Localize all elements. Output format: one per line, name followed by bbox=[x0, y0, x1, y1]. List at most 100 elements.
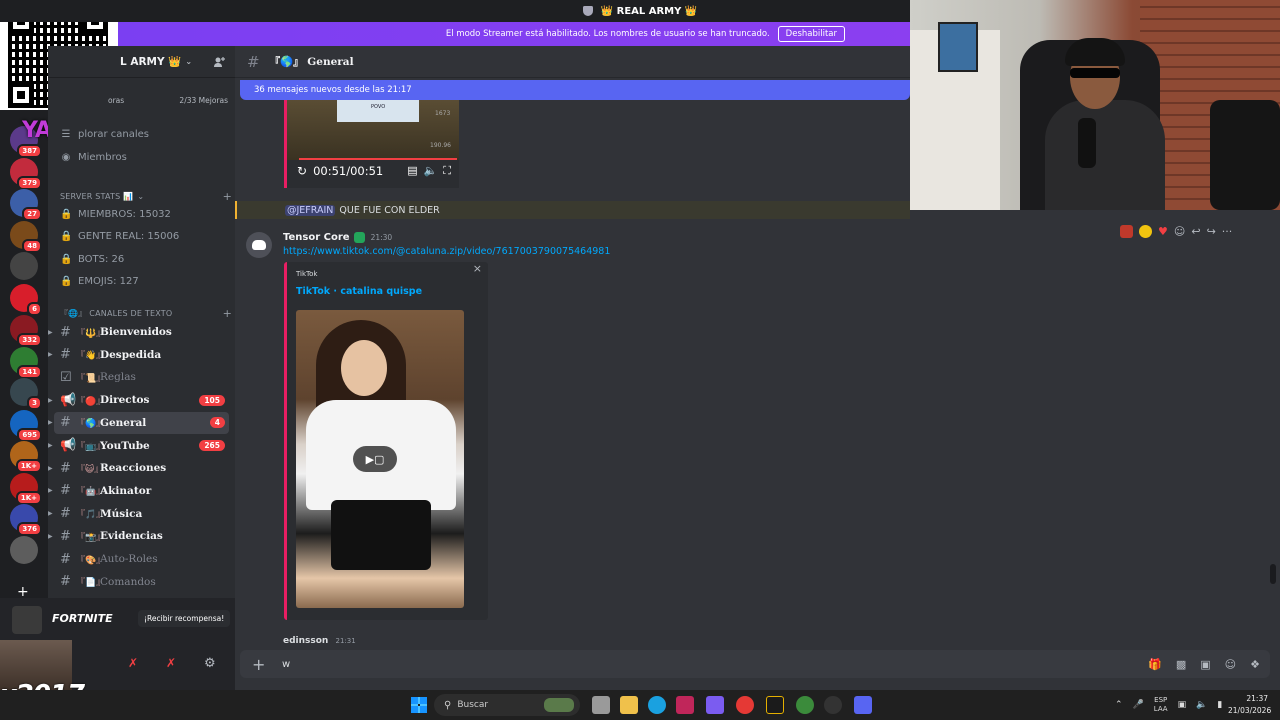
gif-icon[interactable]: ▩ bbox=[1176, 658, 1186, 671]
app-icon[interactable] bbox=[766, 696, 784, 714]
browse-channels[interactable]: ☰ plorar canales bbox=[60, 124, 232, 144]
mic-icon[interactable]: 🎤 bbox=[1133, 700, 1144, 710]
server-icon[interactable]: 141 bbox=[10, 346, 42, 379]
battery-icon[interactable]: ▮ bbox=[1217, 700, 1222, 710]
attach-icon[interactable]: + bbox=[252, 655, 276, 674]
channel-item[interactable]: ▶ # 『🎵』 Música bbox=[48, 503, 229, 525]
channel-item[interactable]: ▶ 📢 『📺』 YouTube 265 bbox=[48, 435, 229, 457]
reply-icon[interactable]: ↩ bbox=[1191, 225, 1200, 238]
heart-icon[interactable]: ♥ bbox=[1158, 225, 1168, 238]
server-icon[interactable]: 332 bbox=[10, 315, 42, 347]
message-author[interactable]: Tensor Core bbox=[283, 232, 350, 243]
replay-icon[interactable]: ↻ bbox=[297, 164, 307, 178]
sticker-icon[interactable]: ▣ bbox=[1200, 658, 1210, 671]
obs-icon[interactable] bbox=[824, 696, 842, 714]
server-icon[interactable]: 48 bbox=[10, 220, 42, 253]
headphones-muted-icon[interactable]: ✗ bbox=[166, 656, 176, 670]
network-icon[interactable]: ▣ bbox=[1178, 700, 1187, 710]
embed-title[interactable]: TikTok · catalina quispe bbox=[296, 286, 422, 297]
channel-item[interactable]: ☑ 『📜』 Reglas bbox=[54, 366, 229, 388]
user-mention[interactable]: @JEFRAIN bbox=[285, 204, 336, 216]
channel-item[interactable]: ▶ # 『😺』 Reacciones bbox=[48, 457, 229, 479]
new-messages-bar[interactable]: 36 mensajes nuevos desde las 21:17 bbox=[240, 80, 910, 100]
invite-icon[interactable] bbox=[213, 56, 225, 68]
server-icon[interactable]: 695 bbox=[10, 409, 42, 442]
discord-taskbar-icon[interactable] bbox=[854, 696, 872, 714]
volume-icon[interactable]: 🔈 bbox=[1196, 700, 1207, 710]
lock-icon: 🔒 bbox=[60, 276, 73, 287]
message-input-value[interactable]: w bbox=[282, 659, 290, 670]
server-icon[interactable]: 376 bbox=[10, 504, 42, 536]
server-icon[interactable]: 1K+ bbox=[10, 441, 42, 473]
gear-icon[interactable]: ⚙ bbox=[204, 656, 216, 671]
channel-item[interactable]: ▶ # 『🔱』 Bienvenidos bbox=[48, 321, 229, 343]
server-header[interactable]: L ARMY 👑 ⌄ bbox=[48, 46, 235, 78]
server-icon[interactable] bbox=[10, 252, 38, 280]
channel-item[interactable]: ▶ # 『🤖』 Akinator bbox=[48, 480, 229, 502]
server-icon[interactable]: 27 bbox=[10, 189, 42, 221]
clock[interactable]: 21:37 21/03/2026 bbox=[1228, 693, 1271, 717]
stat-channel[interactable]: 🔒 EMOJIS: 127 bbox=[60, 272, 232, 292]
channel-item[interactable]: # 『📄』 Comandos bbox=[54, 571, 229, 593]
forward-icon[interactable]: ↪ bbox=[1207, 225, 1216, 238]
copilot-icon[interactable] bbox=[706, 696, 724, 714]
members-link[interactable]: ◉ Miembros bbox=[60, 147, 232, 167]
emoji-icon[interactable]: ☺ bbox=[1225, 658, 1236, 671]
server-icon[interactable]: 379 bbox=[10, 157, 42, 190]
chrome-icon[interactable] bbox=[736, 696, 754, 714]
avatar[interactable] bbox=[246, 232, 272, 258]
video-control-icons[interactable]: ▤🔈⛶ bbox=[407, 164, 457, 178]
reaction-emoji[interactable] bbox=[1120, 224, 1133, 238]
reaction-emoji[interactable] bbox=[1139, 224, 1152, 238]
channel-item[interactable]: ▶ # 『👋』 Despedida bbox=[48, 344, 229, 366]
claim-reward-button[interactable]: ¡Recibir recompensa! bbox=[138, 610, 231, 627]
window-title: 👑 REAL ARMY 👑 bbox=[600, 5, 698, 17]
message-author[interactable]: edinsson bbox=[283, 636, 328, 646]
streamer-mode-banner: El modo Streamer está habilitado. Los no… bbox=[118, 22, 910, 46]
video-thumbnail: POVO 1673 190.96 bbox=[287, 100, 459, 160]
server-icon[interactable] bbox=[10, 535, 38, 564]
file-explorer-icon[interactable] bbox=[620, 696, 638, 714]
server-icon[interactable]: 3 bbox=[10, 378, 42, 410]
add-channel-icon[interactable]: + bbox=[223, 190, 232, 203]
taskbar-search[interactable]: ⚲ Buscar bbox=[434, 694, 580, 716]
channel-item[interactable]: # 『🎨』 Auto-Roles bbox=[54, 548, 229, 570]
channel-emoji: 『🤖』 bbox=[76, 487, 106, 498]
video-embed[interactable]: POVO 1673 190.96 ↻ 00:51/00:51 ▤🔈⛶ bbox=[284, 100, 459, 188]
caret-right-icon: ▶ bbox=[48, 487, 53, 495]
channel-name: Evidencias bbox=[100, 530, 163, 543]
category-server-stats[interactable]: SERVER STATS 📊 ⌄ + bbox=[60, 190, 232, 203]
stat-channel[interactable]: 🔒 MIEMBROS: 15032 bbox=[60, 204, 232, 224]
disable-streamer-button[interactable]: Deshabilitar bbox=[777, 26, 845, 42]
gift-icon[interactable]: 🎁 bbox=[1148, 658, 1162, 671]
chrome-dev-icon[interactable] bbox=[796, 696, 814, 714]
windows-start-icon[interactable] bbox=[411, 697, 427, 713]
video-progress[interactable] bbox=[299, 158, 457, 160]
task-view-icon[interactable] bbox=[592, 696, 610, 714]
server-icon[interactable]: 1K+ bbox=[10, 472, 42, 505]
chevron-up-icon[interactable]: ⌃ bbox=[1115, 700, 1123, 710]
edge-icon[interactable] bbox=[648, 696, 666, 714]
category-text-channels[interactable]: 『🌐』 CANALES DE TEXTO + bbox=[60, 307, 232, 320]
language-indicator[interactable]: ESP LAA bbox=[1154, 696, 1168, 714]
boost-progress[interactable]: oras 2/33 Mejoras bbox=[108, 96, 228, 105]
close-icon[interactable]: × bbox=[473, 262, 482, 275]
apps-icon[interactable]: ❖ bbox=[1250, 658, 1260, 671]
add-channel-icon[interactable]: + bbox=[223, 307, 232, 320]
stat-channel[interactable]: 🔒 GENTE REAL: 15006 bbox=[60, 227, 232, 247]
app-icon[interactable] bbox=[676, 696, 694, 714]
play-button[interactable]: ▶▢ bbox=[353, 446, 397, 472]
stat-channel[interactable]: 🔒 BOTS: 26 bbox=[60, 249, 232, 269]
message-input[interactable]: + w 🎁 ▩ ▣ ☺ ❖ bbox=[240, 650, 1270, 678]
add-reaction-icon[interactable]: ☺ bbox=[1174, 225, 1185, 238]
channel-name: General bbox=[100, 416, 147, 429]
more-icon[interactable]: ··· bbox=[1222, 225, 1233, 238]
message-link[interactable]: https://www.tiktok.com/@cataluna.zip/vid… bbox=[283, 246, 610, 257]
mention-message[interactable]: @JEFRAIN QUE FUE CON ELDER bbox=[235, 201, 910, 219]
scrollbar[interactable] bbox=[1270, 564, 1276, 584]
channel-item[interactable]: ▶ 📢 『🔴』 Directos 105 bbox=[48, 389, 229, 411]
mic-muted-icon[interactable]: ✗ bbox=[128, 656, 138, 670]
channel-item[interactable]: ▶ # 『🌎』 General 4 bbox=[48, 411, 229, 434]
channel-item[interactable]: ▶ # 『📸』 Evidencias bbox=[48, 525, 229, 547]
server-icon[interactable]: 6 bbox=[10, 283, 42, 316]
